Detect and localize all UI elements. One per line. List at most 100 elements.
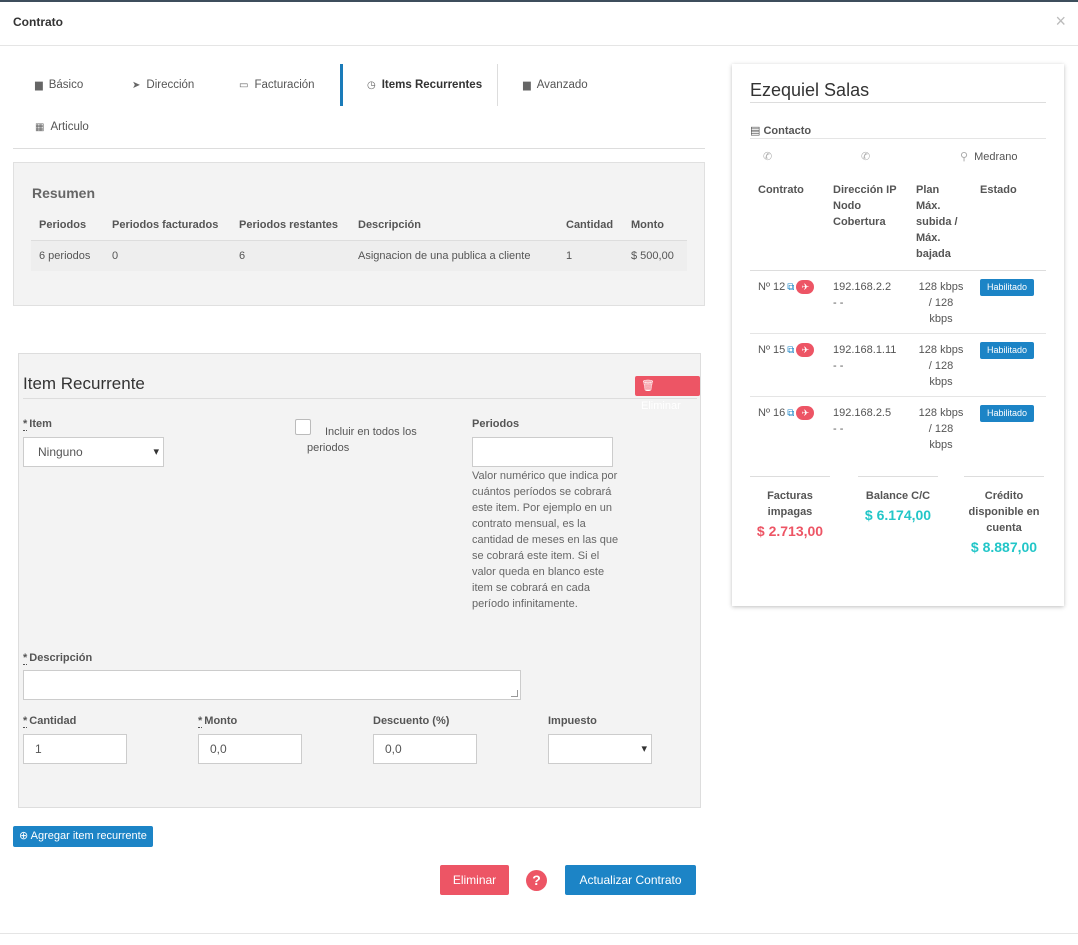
- periodos-input[interactable]: [472, 437, 613, 467]
- plus-circle-icon: ⊕: [19, 830, 29, 842]
- id-card-icon: ▤: [750, 125, 761, 137]
- tab-label: Articulo: [50, 121, 89, 133]
- descripcion-textarea[interactable]: [23, 670, 521, 700]
- tab-basico[interactable]: ▆ Básico: [35, 64, 83, 106]
- node-coverage: - -: [833, 359, 844, 372]
- tab-items-recurrentes[interactable]: ◷ Items Recurrentes: [340, 64, 498, 106]
- periodos-help-text: Valor numérico que indica por cuántos pe…: [472, 470, 619, 610]
- client-name: Ezequiel Salas: [750, 80, 870, 100]
- monto-input[interactable]: 0,0: [198, 734, 302, 764]
- descuento-input[interactable]: 0,0: [373, 734, 477, 764]
- briefcase-icon: ▆: [523, 80, 531, 91]
- contract-cell: Nº 12 ⧉ ✈: [750, 270, 825, 334]
- tab-bar: ▆ Básico ➤ Dirección ▭ Facturación ◷ Items R…: [13, 64, 705, 149]
- item-label: * Item: [23, 418, 52, 431]
- item-select[interactable]: Ninguno: [23, 437, 164, 467]
- location-arrow-icon: ➤: [132, 80, 141, 91]
- external-link-icon[interactable]: ⧉: [787, 345, 794, 356]
- delete-item-label: Eliminar: [641, 400, 681, 412]
- plan-cell: 128 kbps / 128 kbps: [918, 406, 964, 451]
- status-badge: Habilitado: [980, 278, 1035, 296]
- monto-label: * Monto: [198, 715, 238, 728]
- add-item-label: Agregar item recurrente: [30, 830, 147, 842]
- descuento-label: Descuento (%): [373, 715, 450, 727]
- close-icon[interactable]: ×: [1055, 11, 1066, 32]
- descripcion-label-text: Descripción: [29, 652, 93, 664]
- delete-item-button[interactable]: 🗑 Eliminar: [635, 376, 700, 412]
- external-link-icon[interactable]: ⧉: [787, 282, 794, 293]
- col-header: Periodos restantes: [231, 211, 350, 241]
- status-cell: Habilitado: [972, 270, 1046, 334]
- status-cell: Habilitado: [972, 396, 1046, 459]
- table-cell: Asignacion de una publica a cliente: [358, 249, 531, 262]
- periodos-label: Periodos: [472, 418, 520, 430]
- tab-avanzado[interactable]: ▆ Avanzado: [523, 64, 588, 106]
- col-header: Cantidad: [558, 211, 623, 241]
- money-icon: ▭: [239, 80, 249, 91]
- col-header: Contrato: [750, 180, 825, 271]
- stat-credito-disponible: Crédito disponible en cuenta $ 8.887,00: [964, 476, 1044, 555]
- divider: [23, 398, 697, 399]
- help-icon[interactable]: ?: [526, 870, 547, 891]
- tab-facturacion[interactable]: ▭ Facturación: [239, 64, 315, 106]
- disconnect-icon[interactable]: ✈: [796, 342, 815, 357]
- contact-heading: ▤ Contacto: [750, 124, 811, 137]
- table-cell: $ 500,00: [631, 249, 674, 262]
- monto-label-text: Monto: [204, 715, 238, 727]
- modal-title: Contrato: [13, 15, 63, 29]
- stat-value: $ 2.713,00: [756, 523, 824, 539]
- cantidad-label: * Cantidad: [23, 715, 77, 728]
- col-header: Periodos: [31, 211, 104, 241]
- contract-row: Nº 16 ⧉ ✈ 192.168.2.5 - - 128 kbps / 128 kb…: [750, 396, 1046, 459]
- contract-number: Nº 15: [758, 343, 786, 356]
- required-mark: *: [23, 715, 28, 728]
- location-text: Medrano: [974, 151, 1018, 163]
- disconnect-icon[interactable]: ✈: [796, 279, 815, 294]
- phone-icon: ✆: [861, 151, 871, 163]
- ip-address: 192.168.2.2: [833, 280, 892, 293]
- node-coverage: - -: [833, 296, 844, 309]
- ip-cell: 192.168.1.11 - -: [825, 333, 908, 397]
- item-recurrente-title: Item Recurrente: [23, 374, 145, 393]
- col-header: Plan Máx. subida / Máx. bajada: [908, 180, 972, 271]
- status-badge: Habilitado: [980, 341, 1035, 359]
- client-stats: Facturas impagas $ 2.713,00 Balance C/C …: [750, 476, 1046, 576]
- cantidad-input[interactable]: 1: [23, 734, 127, 764]
- resumen-panel: Resumen Periodos Periodos facturados Per…: [13, 162, 705, 306]
- item-recurrente-panel: Item Recurrente 🗑 Eliminar * Item Ninguno…: [18, 353, 701, 808]
- tab-label: Avanzado: [536, 79, 588, 91]
- ip-cell: 192.168.2.5 - -: [825, 396, 908, 459]
- update-contract-button[interactable]: Actualizar Contrato: [565, 865, 696, 895]
- divider: [750, 102, 1046, 103]
- impuesto-label: Impuesto: [548, 715, 597, 727]
- trash-icon: 🗑: [641, 380, 655, 392]
- node-coverage: - -: [833, 422, 844, 435]
- col-header: Periodos facturados: [104, 211, 231, 241]
- disconnect-icon[interactable]: ✈: [796, 405, 815, 420]
- stat-value: $ 6.174,00: [864, 507, 932, 523]
- tab-direccion[interactable]: ➤ Dirección: [132, 64, 194, 106]
- add-recurring-item-button[interactable]: ⊕ Agregar item recurrente: [13, 826, 153, 847]
- item-label-text: Item: [29, 418, 52, 430]
- required-mark: *: [198, 715, 203, 728]
- tab-label: Dirección: [146, 79, 195, 91]
- contract-number: Nº 16: [758, 406, 786, 419]
- required-mark: *: [23, 652, 28, 665]
- col-header: Estado: [972, 180, 1046, 271]
- tab-articulo[interactable]: ▦ Articulo: [35, 106, 89, 148]
- cantidad-label-text: Cantidad: [29, 715, 77, 727]
- delete-contract-button[interactable]: Eliminar: [440, 865, 509, 895]
- table-cell: 0: [112, 249, 119, 262]
- client-location: ⚲ Medrano: [960, 150, 1017, 163]
- tab-label: Básico: [48, 79, 84, 91]
- contract-cell: Nº 16 ⧉ ✈: [750, 396, 825, 459]
- plan-cell: 128 kbps / 128 kbps: [908, 333, 972, 397]
- external-link-icon[interactable]: ⧉: [787, 408, 794, 419]
- contract-row: Nº 12 ⧉ ✈ 192.168.2.2 - - 128 kbps / 128 kb…: [750, 270, 1046, 334]
- resumen-table: Periodos Periodos facturados Periodos re…: [31, 211, 687, 271]
- stat-label: Facturas impagas: [767, 490, 813, 518]
- clock-icon: ◷: [367, 80, 376, 91]
- tab-label: Facturación: [254, 79, 315, 91]
- phone-icon: ✆: [763, 151, 773, 163]
- impuesto-select[interactable]: [548, 734, 652, 764]
